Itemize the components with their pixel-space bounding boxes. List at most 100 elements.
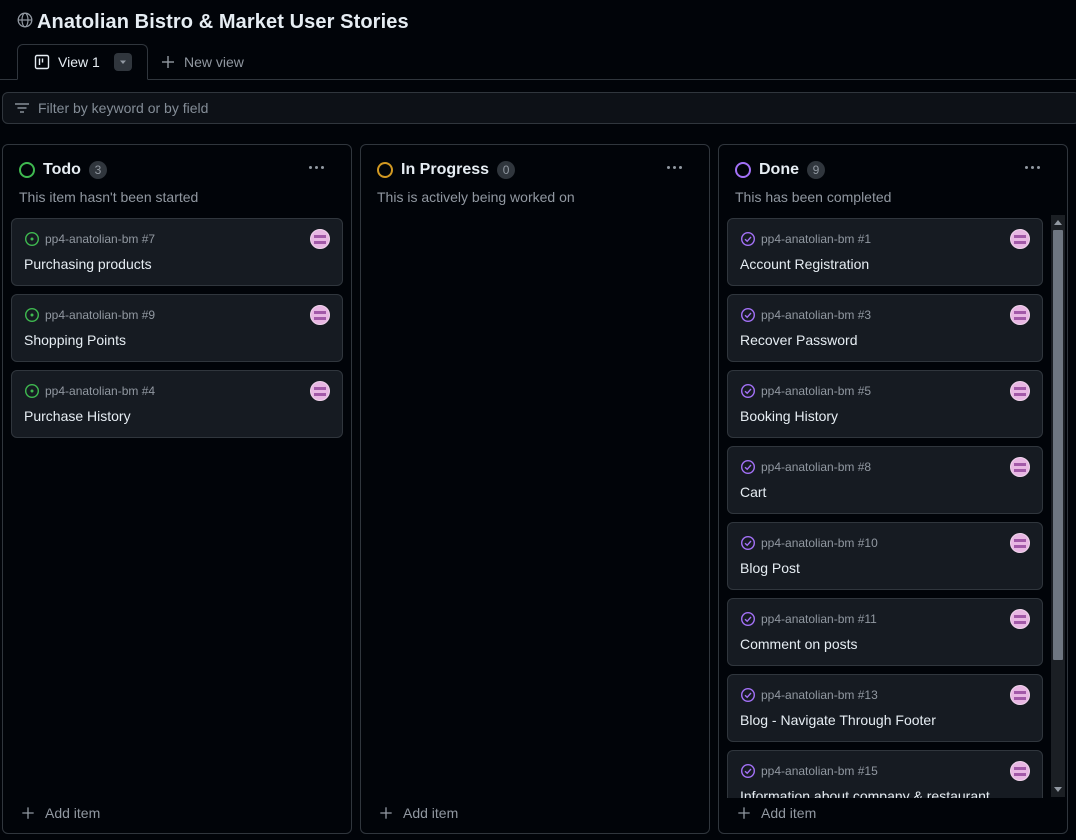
column-name: In Progress [401, 161, 490, 178]
issue-card[interactable]: pp4-anatolian-bm #7 Purchasing products [11, 218, 343, 286]
issue-card[interactable]: pp4-anatolian-bm #1 Account Registration [727, 218, 1043, 286]
issue-ref: pp4-anatolian-bm #10 [761, 536, 878, 550]
card-meta: pp4-anatolian-bm #11 [740, 611, 877, 627]
card-title[interactable]: Blog Post [740, 560, 800, 576]
issue-closed-icon [740, 535, 756, 551]
issue-closed-icon [740, 383, 756, 399]
issue-card[interactable]: pp4-anatolian-bm #5 Booking History [727, 370, 1043, 438]
item-count-badge: 3 [88, 161, 107, 179]
column-todo: Todo 3 This item hasn't been started pp4… [2, 144, 352, 834]
open-circle-icon [735, 162, 751, 178]
card-meta: pp4-anatolian-bm #13 [740, 687, 878, 703]
issue-opened-icon [24, 231, 40, 247]
avatar[interactable] [310, 229, 330, 249]
column-menu-button[interactable] [305, 159, 327, 175]
card-meta: pp4-anatolian-bm #7 [24, 231, 155, 247]
card-meta: pp4-anatolian-bm #3 [740, 307, 871, 323]
plus-icon [21, 806, 35, 820]
card-title[interactable]: Comment on posts [740, 636, 858, 652]
scrollbar-thumb[interactable] [1053, 230, 1063, 660]
issue-opened-icon [24, 307, 40, 323]
open-circle-icon [377, 162, 393, 178]
column-name: Done [759, 161, 799, 178]
card-title[interactable]: Booking History [740, 408, 838, 424]
scroll-up-arrow-icon[interactable] [1054, 220, 1062, 225]
view-options-dropdown-button[interactable] [113, 53, 132, 71]
issue-ref: pp4-anatolian-bm #1 [761, 232, 872, 246]
card-list: pp4-anatolian-bm #1 Account Registration… [727, 218, 1043, 798]
issue-ref: pp4-anatolian-bm #15 [761, 764, 878, 778]
avatar[interactable] [1010, 761, 1030, 781]
avatar[interactable] [1010, 685, 1030, 705]
column-header: Done 9 [735, 159, 825, 181]
issue-ref: pp4-anatolian-bm #3 [761, 308, 872, 322]
card-meta: pp4-anatolian-bm #15 [740, 763, 878, 779]
card-title[interactable]: Account Registration [740, 256, 869, 272]
issue-card[interactable]: pp4-anatolian-bm #10 Blog Post [727, 522, 1043, 590]
card-title[interactable]: Blog - Navigate Through Footer [740, 712, 936, 728]
open-circle-icon [19, 162, 35, 178]
project-header: Anatolian Bistro & Market User Stories [17, 10, 409, 34]
avatar[interactable] [1010, 229, 1030, 249]
project-title: Anatolian Bistro & Market User Stories [37, 10, 409, 33]
avatar[interactable] [1010, 533, 1030, 553]
filter-input[interactable]: Filter by keyword or by field [2, 92, 1076, 124]
card-title[interactable]: Purchasing products [24, 256, 152, 272]
filter-icon [14, 100, 30, 116]
issue-card[interactable]: pp4-anatolian-bm #11 Comment on posts [727, 598, 1043, 666]
column-description: This item hasn't been started [19, 189, 199, 205]
card-title[interactable]: Information about company & restaurant [740, 788, 990, 798]
add-item-button[interactable]: Add item [737, 805, 816, 821]
issue-ref: pp4-anatolian-bm #11 [761, 612, 877, 626]
card-meta: pp4-anatolian-bm #9 [24, 307, 155, 323]
avatar[interactable] [1010, 609, 1030, 629]
card-meta: pp4-anatolian-bm #8 [740, 459, 871, 475]
globe-icon [17, 12, 33, 33]
card-meta: pp4-anatolian-bm #1 [740, 231, 871, 247]
item-count-badge: 9 [807, 161, 825, 179]
issue-closed-icon [740, 459, 756, 475]
add-item-button[interactable]: Add item [379, 805, 458, 821]
issue-card[interactable]: pp4-anatolian-bm #15 Information about c… [727, 750, 1043, 798]
issue-card[interactable]: pp4-anatolian-bm #4 Purchase History [11, 370, 343, 438]
add-item-button[interactable]: Add item [21, 805, 100, 821]
issue-card[interactable]: pp4-anatolian-bm #13 Blog - Navigate Thr… [727, 674, 1043, 742]
avatar[interactable] [1010, 457, 1030, 477]
issue-card[interactable]: pp4-anatolian-bm #9 Shopping Points [11, 294, 343, 362]
issue-closed-icon [740, 231, 756, 247]
card-title[interactable]: Cart [740, 484, 766, 500]
card-meta: pp4-anatolian-bm #5 [740, 383, 871, 399]
issue-ref: pp4-anatolian-bm #13 [761, 688, 878, 702]
triangle-down-icon [118, 57, 128, 67]
issue-opened-icon [24, 383, 40, 399]
issue-closed-icon [740, 687, 756, 703]
add-item-label: Add item [403, 805, 459, 821]
column-header: Todo 3 [19, 159, 107, 181]
board-icon [34, 54, 50, 70]
new-view-button[interactable]: New view [160, 52, 244, 72]
issue-card[interactable]: pp4-anatolian-bm #8 Cart [727, 446, 1043, 514]
card-title[interactable]: Shopping Points [24, 332, 126, 348]
avatar[interactable] [1010, 305, 1030, 325]
card-title[interactable]: Purchase History [24, 408, 131, 424]
issue-closed-icon [740, 611, 756, 627]
item-count-badge: 0 [497, 161, 516, 179]
scrollbar[interactable] [1051, 215, 1065, 797]
scroll-down-arrow-icon[interactable] [1054, 787, 1062, 792]
add-item-label: Add item [761, 805, 817, 821]
column-in-progress: In Progress 0 This is actively being wor… [360, 144, 710, 834]
card-title[interactable]: Recover Password [740, 332, 858, 348]
tab-view-1[interactable]: View 1 [17, 44, 148, 80]
issue-closed-icon [740, 307, 756, 323]
plus-icon [737, 806, 751, 820]
avatar[interactable] [1010, 381, 1030, 401]
issue-ref: pp4-anatolian-bm #4 [45, 384, 156, 398]
issue-card[interactable]: pp4-anatolian-bm #3 Recover Password [727, 294, 1043, 362]
column-menu-button[interactable] [1021, 159, 1043, 175]
plus-icon [160, 54, 176, 70]
card-meta: pp4-anatolian-bm #4 [24, 383, 155, 399]
avatar[interactable] [310, 305, 330, 325]
tab-label: View 1 [58, 54, 100, 70]
column-menu-button[interactable] [663, 159, 685, 175]
avatar[interactable] [310, 381, 330, 401]
